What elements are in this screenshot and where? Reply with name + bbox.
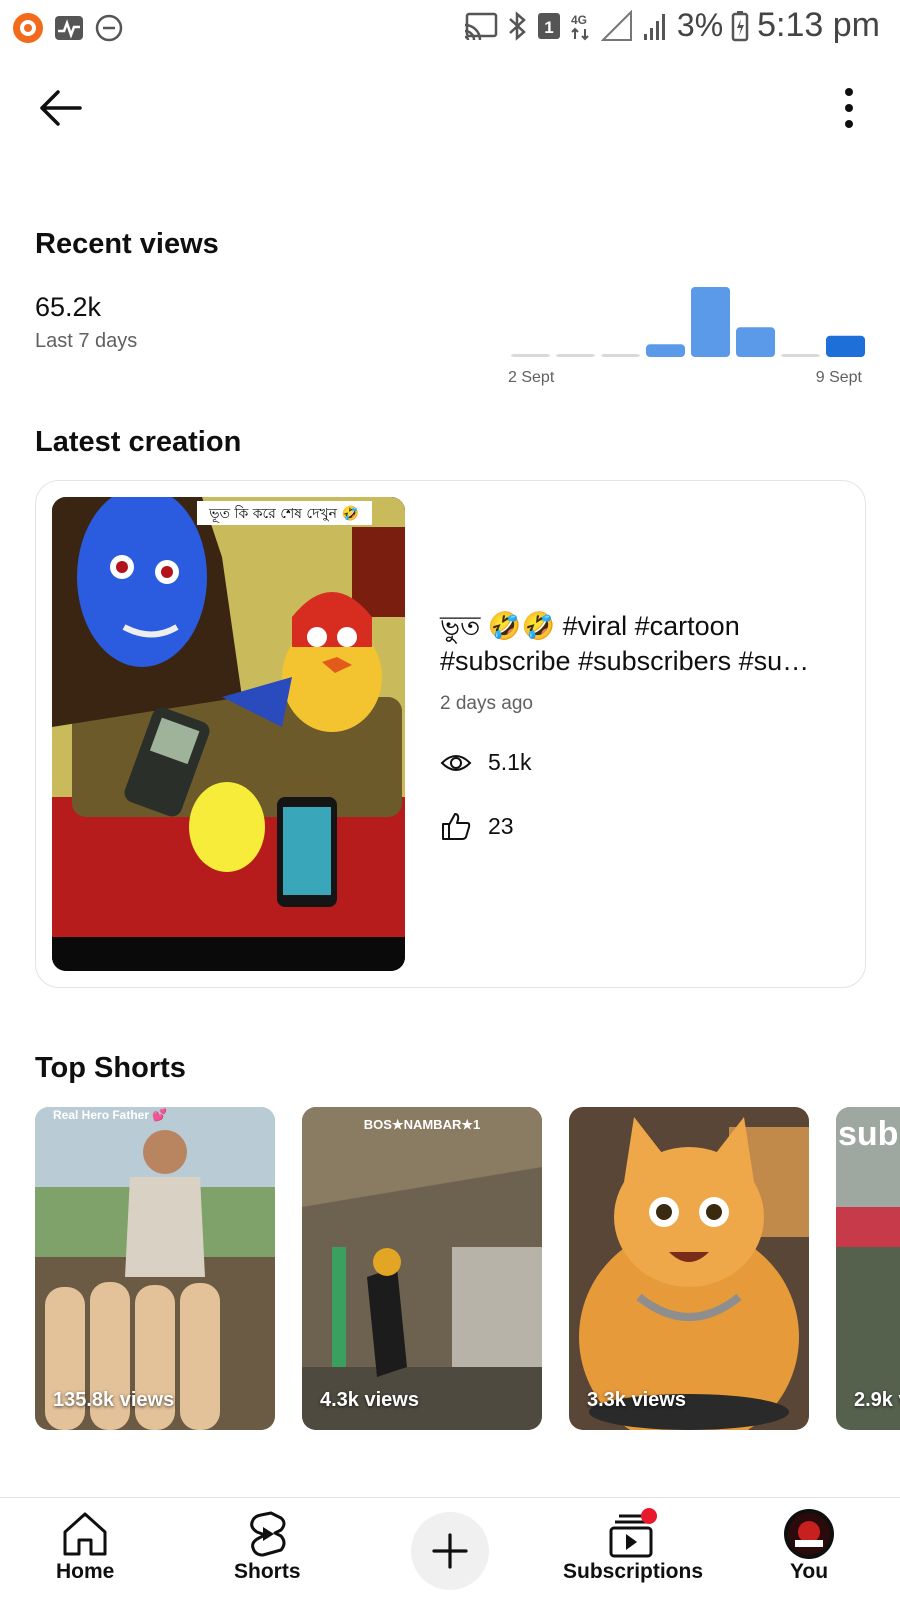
chart-tick-label: 9 Sept — [816, 369, 863, 386]
eye-icon — [440, 754, 472, 771]
chart-bar-5-sept — [646, 344, 685, 357]
views-count: 5.1k — [488, 749, 532, 775]
short-views: 4.3k views — [320, 1389, 419, 1411]
latest-video-age: 2 days ago — [440, 693, 533, 714]
nav-you-label: You — [789, 1560, 829, 1583]
nav-shorts-label: Shorts — [234, 1560, 301, 1583]
short-overlay-text: Real Hero Father 💕 — [53, 1108, 167, 1122]
nav-home[interactable]: Home — [56, 1508, 114, 1584]
recent-views-heading: Recent views — [35, 228, 219, 260]
do-not-disturb-icon — [95, 14, 123, 42]
chart-bar-3-sept — [556, 354, 595, 357]
nav-shorts[interactable]: Shorts — [234, 1508, 301, 1584]
cast-icon — [464, 12, 498, 40]
recent-views-period: Last 7 days — [35, 330, 138, 352]
more-options-icon[interactable] — [834, 84, 864, 132]
signal-bars-icon — [643, 13, 665, 40]
shorts-icon — [250, 1511, 286, 1557]
create-button[interactable] — [411, 1512, 489, 1590]
chart-bar-2-sept — [511, 354, 550, 357]
battery-icon — [731, 10, 749, 41]
short-overlay-text: BOS★NAMBAR★1 — [364, 1117, 480, 1132]
chart-bar-9-sept — [826, 335, 865, 357]
screen-recorder-icon — [13, 13, 43, 43]
status-bar: 1 4G 3% 5:13 pm — [0, 0, 900, 54]
bluetooth-icon — [509, 10, 526, 41]
clock: 5:13 pm — [757, 6, 880, 44]
home-icon — [63, 1512, 107, 1556]
short-card-3[interactable]: 3.3k views — [569, 1107, 809, 1430]
top-shorts-heading: Top Shorts — [35, 1052, 186, 1084]
signal-icon — [600, 9, 632, 41]
subscriptions-icon — [609, 1508, 658, 1558]
thumbnail-caption: ভূত কি করে শেষ দেখুন 🤣 — [208, 505, 359, 522]
recent-views-chart[interactable]: 2 Sept 9 Sept — [508, 285, 868, 395]
chart-bar-7-sept — [736, 327, 775, 357]
avatar — [784, 1509, 834, 1559]
latest-creation-card[interactable]: ভূত কি করে শেষ দেখুন 🤣 ভুত 🤣🤣 #viral #ca… — [35, 480, 866, 988]
chart-bar-4-sept — [601, 354, 640, 357]
bottom-navigation: Home Shorts Subscriptions You — [0, 1497, 900, 1600]
short-views: 2.9k v — [854, 1389, 900, 1411]
recent-views-total: 65.2k — [35, 292, 102, 322]
svg-text:1: 1 — [544, 18, 553, 37]
latest-video-views: 5.1k — [440, 749, 531, 776]
nav-subscriptions[interactable]: Subscriptions — [563, 1508, 703, 1584]
short-card-4[interactable]: sub 2.9k v — [836, 1107, 900, 1430]
nav-home-label: Home — [56, 1560, 115, 1583]
chart-tick-label: 2 Sept — [508, 369, 555, 386]
short-views: 3.3k views — [587, 1389, 686, 1411]
chart-bar-6-sept — [691, 287, 730, 357]
latest-video-title[interactable]: ভুত 🤣🤣 #viral #cartoon #subscribe #subsc… — [440, 609, 840, 679]
latest-video-likes: 23 — [440, 811, 514, 841]
nav-subscriptions-label: Subscriptions — [563, 1560, 704, 1583]
sim-one-icon: 1 — [537, 12, 560, 39]
battery-percent: 3% — [676, 7, 724, 43]
short-views: 135.8k views — [53, 1389, 175, 1411]
network-4g-icon: 4G — [571, 13, 589, 40]
svg-text:4G: 4G — [571, 13, 587, 27]
latest-video-thumbnail[interactable]: ভূত কি করে শেষ দেখুন 🤣 — [52, 497, 405, 971]
short-card-1[interactable]: Real Hero Father 💕 135.8k views — [35, 1107, 275, 1430]
short-card-2[interactable]: BOS★NAMBAR★1 4.3k views — [302, 1107, 542, 1430]
thumbs-up-icon — [442, 813, 471, 840]
short-overlay-text: sub — [838, 1115, 898, 1153]
activity-icon — [55, 16, 83, 40]
likes-count: 23 — [488, 812, 514, 839]
top-shorts-carousel[interactable]: Real Hero Father 💕 135.8k views BOS★NAMB… — [35, 1107, 900, 1430]
nav-you[interactable]: You — [783, 1508, 835, 1584]
latest-creation-heading: Latest creation — [35, 426, 242, 458]
plus-icon — [432, 1533, 468, 1569]
chart-bar-8-sept — [781, 354, 820, 357]
back-arrow-icon[interactable] — [36, 84, 84, 132]
